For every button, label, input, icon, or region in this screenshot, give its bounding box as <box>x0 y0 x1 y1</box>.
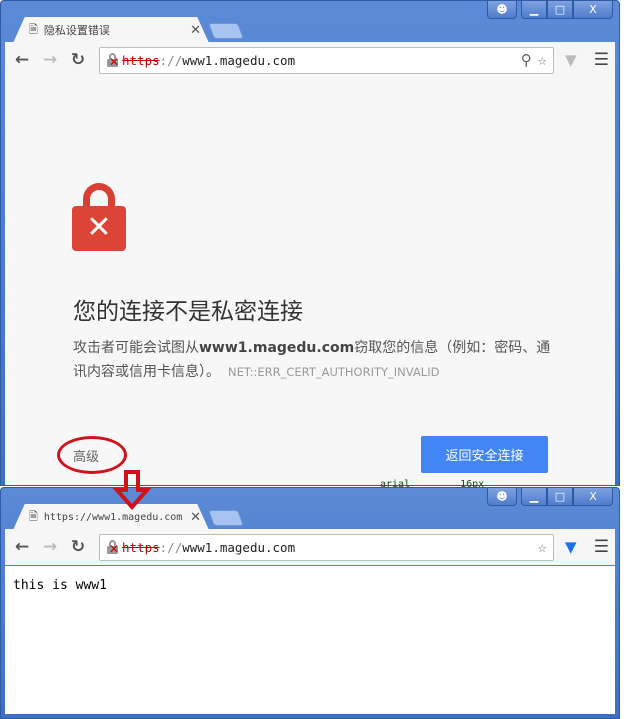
new-tab-button[interactable] <box>208 510 244 526</box>
browser-window-error: ☻ ▁ □ X 🗎 隐私设置错误 ✕ ← → ↻ ✕ https://www1.… <box>0 0 620 486</box>
maximize-button[interactable]: □ <box>547 1 573 19</box>
close-window-button[interactable]: X <box>573 488 613 506</box>
toolbar: ← → ↻ ✕ https://www1.magedu.com ⚲ ☆ ▼ ☰ <box>5 42 615 78</box>
tab-active[interactable]: 🗎 隐私设置错误 ✕ <box>13 17 209 43</box>
minimize-button[interactable]: ▁ <box>521 1 547 19</box>
new-tab-button[interactable] <box>208 23 244 39</box>
shield-icon[interactable]: ▼ <box>560 538 582 556</box>
page-icon: 🗎 <box>29 509 38 523</box>
back-to-safety-button[interactable]: 返回安全连接 <box>421 436 548 473</box>
close-tab-icon[interactable]: ✕ <box>190 23 201 38</box>
close-window-button[interactable]: X <box>573 1 613 19</box>
page-icon: 🗎 <box>29 22 38 36</box>
forward-icon[interactable]: → <box>39 537 61 557</box>
shield-icon[interactable]: ▼ <box>560 51 582 69</box>
error-description: 攻击者可能会试图从www1.magedu.com窃取您的信息（例如：密码、通讯内… <box>73 340 551 380</box>
profile-button[interactable]: ☻ <box>487 1 517 19</box>
tab-title: 隐私设置错误 <box>43 24 110 37</box>
star-icon[interactable]: ☆ <box>538 538 547 556</box>
tab-active[interactable]: 🗎 https://www1.magedu.com ✕ <box>13 504 209 530</box>
close-tab-icon[interactable]: ✕ <box>190 510 201 525</box>
error-title: 您的连接不是私密连接 <box>73 299 303 325</box>
back-icon[interactable]: ← <box>11 50 33 70</box>
body-text: this is www1 <box>13 578 107 593</box>
reload-icon[interactable]: ↻ <box>67 537 89 557</box>
zoom-icon[interactable]: ⚲ <box>521 51 532 69</box>
annotation-arrow-icon <box>112 470 152 510</box>
url-scheme: https <box>122 52 160 68</box>
broken-lock-icon[interactable]: ✕ <box>106 53 120 69</box>
browser-window-site: ☻ ▁ □ X 🗎 https://www1.magedu.com ✕ ← → … <box>0 487 620 719</box>
address-bar[interactable]: ✕ https://www1.magedu.com ☆ <box>99 533 554 561</box>
url-scheme: https <box>122 539 160 555</box>
menu-icon[interactable]: ☰ <box>594 50 609 70</box>
url-host: www1.magedu.com <box>182 52 296 68</box>
profile-button[interactable]: ☻ <box>487 488 517 506</box>
back-icon[interactable]: ← <box>11 537 33 557</box>
minimize-button[interactable]: ▁ <box>521 488 547 506</box>
error-page: ✕ 您的连接不是私密连接 攻击者可能会试图从www1.magedu.com窃取您… <box>5 78 615 485</box>
tab-title: https://www1.magedu.com <box>43 511 183 523</box>
url-host: www1.magedu.com <box>182 539 296 555</box>
page-content: this is www1 <box>5 566 615 714</box>
error-code: NET::ERR_CERT_AUTHORITY_INVALID <box>228 365 440 379</box>
reload-icon[interactable]: ↻ <box>67 50 89 70</box>
toolbar: ← → ↻ ✕ https://www1.magedu.com ☆ ▼ ☰ <box>5 529 615 565</box>
advanced-link[interactable]: 高级 <box>73 446 99 465</box>
maximize-button[interactable]: □ <box>547 488 573 506</box>
star-icon[interactable]: ☆ <box>538 51 547 69</box>
menu-icon[interactable]: ☰ <box>594 537 609 557</box>
forward-icon[interactable]: → <box>39 50 61 70</box>
broken-lock-icon[interactable]: ✕ <box>106 540 120 556</box>
address-bar[interactable]: ✕ https://www1.magedu.com ⚲ ☆ <box>99 46 554 74</box>
red-lock-icon: ✕ <box>72 183 126 251</box>
